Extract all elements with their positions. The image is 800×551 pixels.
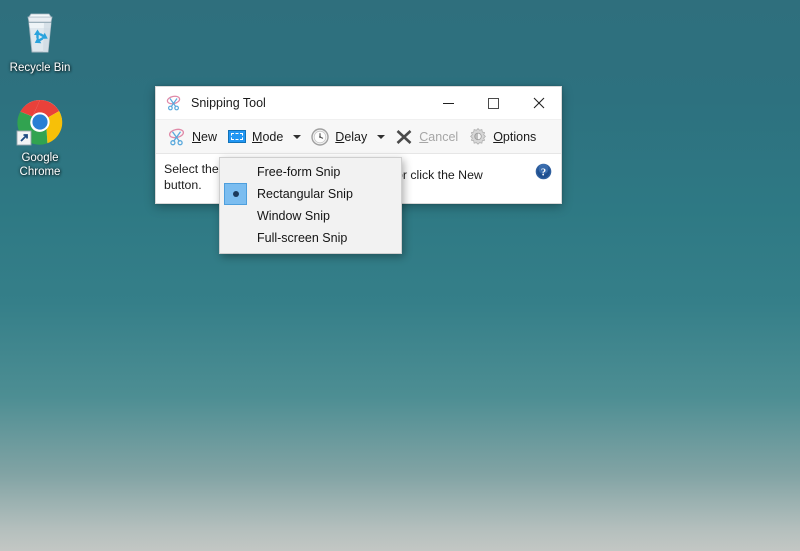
minimize-icon (443, 102, 454, 104)
x-icon (394, 127, 414, 147)
scissors-icon (167, 127, 187, 147)
options-button-label: Options (493, 130, 536, 144)
menu-item-label: Free-form Snip (257, 165, 341, 179)
instruction-text-line1: Select the (164, 162, 219, 176)
title-bar[interactable]: Snipping Tool (156, 87, 561, 120)
maximize-button[interactable] (471, 87, 516, 120)
new-label-rest: ew (201, 129, 218, 144)
menu-item-free-form-snip[interactable]: Free-form Snip (220, 161, 401, 183)
desktop-icon-label-line1: Google (21, 152, 59, 164)
new-button[interactable]: New (162, 123, 222, 151)
help-question-icon[interactable]: ? (535, 163, 552, 180)
svg-text:?: ? (541, 167, 546, 178)
instruction-text-line2: button. (164, 178, 202, 192)
instruction-text: Select the button. (164, 161, 219, 193)
menu-item-label: Full-screen Snip (257, 231, 348, 245)
window-title: Snipping Tool (191, 96, 266, 110)
mode-accel: M (252, 129, 263, 144)
options-label-rest: ptions (502, 129, 537, 144)
options-button[interactable]: Options (463, 123, 541, 151)
recycle-bin-icon (1, 8, 79, 56)
instruction-text-right: or click the New (396, 168, 483, 182)
menu-item-rectangular-snip[interactable]: Rectangular Snip (220, 183, 401, 205)
mode-button[interactable]: Mode (222, 123, 288, 151)
close-button[interactable] (516, 87, 561, 120)
desktop-icon-label: Google Chrome (1, 151, 79, 179)
desktop-icon-label-line2: Chrome (19, 166, 61, 178)
cancel-label-rest: ancel (428, 129, 459, 144)
maximize-icon (488, 97, 499, 109)
snipping-tool-icon (165, 94, 183, 112)
mode-button-label: Mode (252, 130, 283, 144)
desktop-icon-google-chrome[interactable]: Google Chrome (1, 98, 79, 179)
mode-dropdown-menu: Free-form Snip Rectangular Snip Window S… (219, 157, 402, 254)
delay-label-rest: elay (344, 129, 368, 144)
delay-button[interactable]: Delay (305, 123, 372, 151)
menu-check-indicator (224, 205, 247, 227)
desktop-icon-recycle-bin[interactable]: Recycle Bin (1, 8, 79, 75)
menu-check-indicator (224, 161, 247, 183)
chevron-down-icon (293, 134, 302, 139)
delay-button-label: Delay (335, 130, 367, 144)
cancel-accel: C (419, 129, 429, 144)
window-controls (426, 87, 561, 120)
menu-item-label: Window Snip (257, 209, 330, 223)
mode-label-rest: ode (262, 129, 284, 144)
toolbar: New Mode Delay Cancel Options (156, 120, 561, 154)
delay-accel: D (335, 129, 345, 144)
gear-icon (468, 127, 488, 147)
mode-dropdown-arrow[interactable] (289, 123, 305, 151)
mode-rectangle-icon (227, 127, 247, 147)
desktop-icon-label: Recycle Bin (9, 62, 71, 74)
clock-icon (310, 127, 330, 147)
cancel-button-label: Cancel (419, 130, 458, 144)
minimize-button[interactable] (426, 87, 471, 120)
new-accel: N (192, 129, 202, 144)
chrome-icon (1, 98, 79, 146)
close-icon (533, 97, 544, 109)
menu-check-indicator-selected (224, 183, 247, 205)
menu-item-full-screen-snip[interactable]: Full-screen Snip (220, 227, 401, 249)
new-button-label: New (192, 130, 217, 144)
menu-check-indicator (224, 227, 247, 249)
delay-dropdown-arrow[interactable] (373, 123, 389, 151)
menu-item-window-snip[interactable]: Window Snip (220, 205, 401, 227)
chevron-down-icon (377, 134, 386, 139)
options-accel: O (493, 129, 503, 144)
menu-item-label: Rectangular Snip (257, 187, 353, 201)
radio-dot-icon (232, 191, 239, 197)
cancel-button[interactable]: Cancel (389, 123, 463, 151)
